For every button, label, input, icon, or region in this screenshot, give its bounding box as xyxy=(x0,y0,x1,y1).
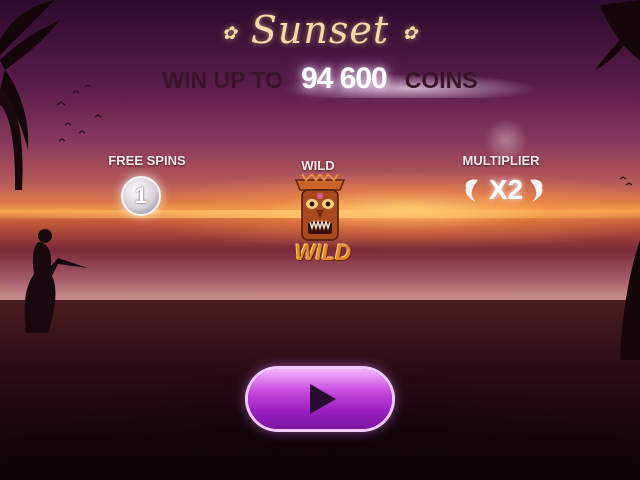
win-suffix: COINS xyxy=(404,67,478,93)
free-spins-count: 1 xyxy=(121,176,161,216)
wild-symbol-text: WILD xyxy=(294,240,352,265)
win-banner: WIN UP TO 94 600 COINS xyxy=(0,62,640,96)
birds-right xyxy=(619,176,633,186)
wild-label: WILD xyxy=(301,158,335,173)
game-title: ✿ Sunset ✿ xyxy=(0,8,640,52)
hula-dancer-silhouette xyxy=(24,229,88,333)
flower-ornament-left: ✿ xyxy=(221,23,238,44)
tiki-mask-icon xyxy=(294,174,346,241)
play-button[interactable] xyxy=(248,369,392,429)
multiplier-label: MULTIPLIER xyxy=(462,153,540,168)
game-title-text: Sunset xyxy=(250,8,390,52)
win-prefix: WIN UP TO xyxy=(162,67,283,93)
flower-ornament-right: ✿ xyxy=(402,23,419,44)
play-icon xyxy=(310,384,336,414)
win-amount: 94 600 xyxy=(300,62,388,95)
free-spins-label: FREE SPINS xyxy=(108,153,186,168)
multiplier-value: X2 xyxy=(488,174,524,205)
